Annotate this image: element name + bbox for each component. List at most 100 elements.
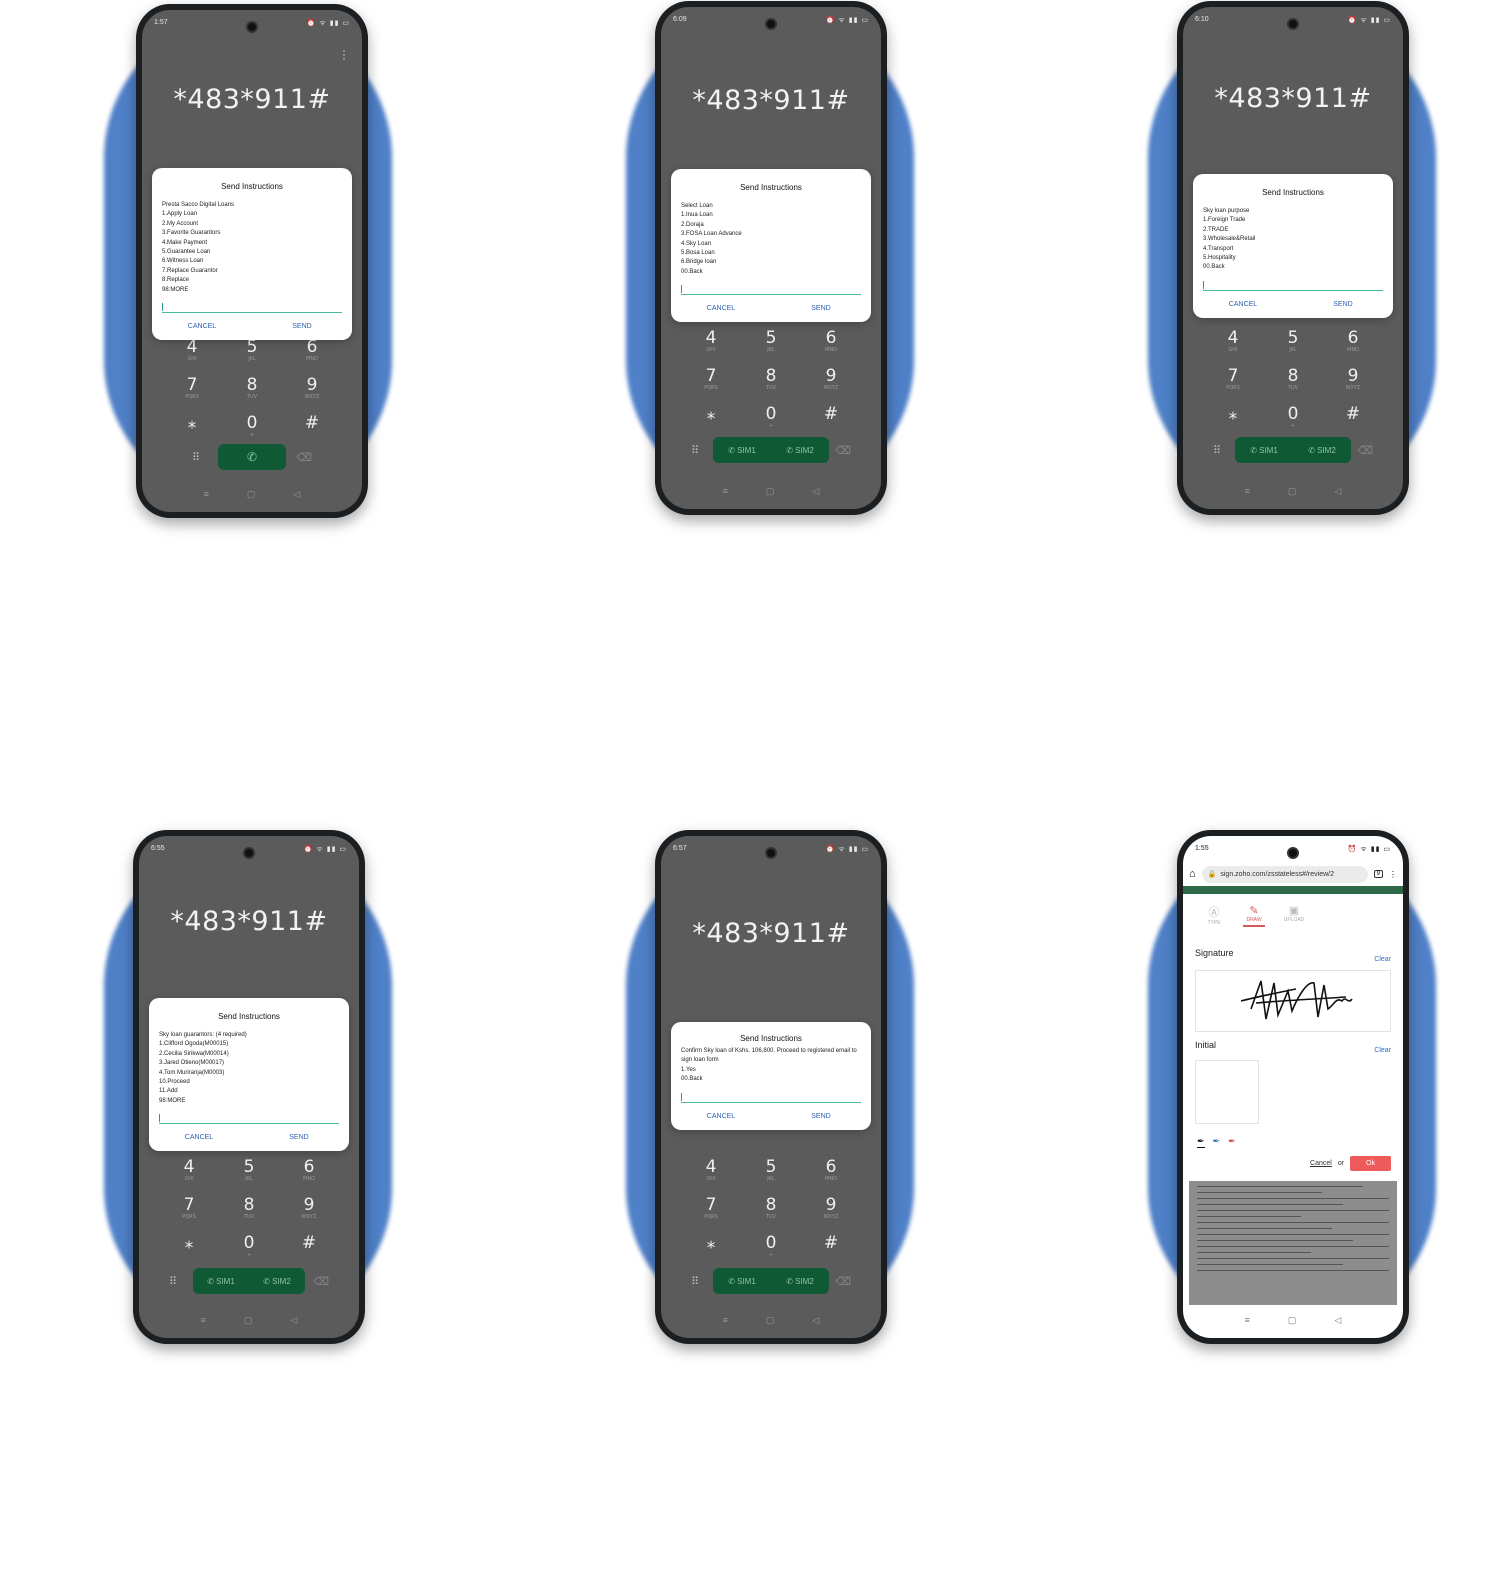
- tab-draw[interactable]: ✎ DRAW: [1243, 904, 1265, 927]
- key-6[interactable]: 6 MNO: [287, 338, 337, 376]
- response-input[interactable]: [1203, 280, 1383, 291]
- key-4[interactable]: 4 GHI: [1208, 329, 1258, 367]
- menu-icon[interactable]: ≡: [204, 489, 209, 500]
- key-5[interactable]: 5 JKL: [224, 1158, 274, 1196]
- signature-canvas[interactable]: [1195, 970, 1391, 1032]
- send-button[interactable]: SEND: [249, 1134, 349, 1141]
- backspace-icon[interactable]: ⌫: [835, 1275, 851, 1288]
- black-pen-icon[interactable]: ✒: [1197, 1136, 1205, 1148]
- backspace-icon[interactable]: ⌫: [313, 1275, 329, 1288]
- cancel-button[interactable]: CANCEL: [1193, 301, 1293, 308]
- sim1-call-button[interactable]: ✆ SIM1: [728, 1277, 756, 1286]
- call-button[interactable]: ✆: [218, 444, 286, 470]
- menu-icon[interactable]: ≡: [1245, 486, 1250, 497]
- sim2-call-button[interactable]: ✆ SIM2: [786, 1277, 814, 1286]
- key-4[interactable]: 4 GHI: [164, 1158, 214, 1196]
- sim1-call-button[interactable]: ✆ SIM1: [728, 446, 756, 455]
- key-7[interactable]: 7 PQRS: [1208, 367, 1258, 405]
- backspace-icon[interactable]: ⌫: [1357, 444, 1373, 457]
- key-5[interactable]: 5 JKL: [746, 1158, 796, 1196]
- send-button[interactable]: SEND: [1293, 301, 1393, 308]
- tab-upload[interactable]: ▣ UPLOAD: [1283, 904, 1305, 927]
- response-input[interactable]: [681, 1092, 861, 1103]
- key-9[interactable]: 9 WXYZ: [1328, 367, 1378, 405]
- cancel-link[interactable]: Cancel: [1310, 1160, 1332, 1167]
- send-button[interactable]: SEND: [771, 1113, 871, 1120]
- key-6[interactable]: 6 MNO: [806, 329, 856, 367]
- home-icon[interactable]: ▢: [766, 1315, 775, 1326]
- key-8[interactable]: 8 TUV: [224, 1196, 274, 1234]
- cancel-button[interactable]: CANCEL: [671, 305, 771, 312]
- home-icon[interactable]: ▢: [1288, 486, 1297, 497]
- sim2-call-button[interactable]: ✆ SIM2: [263, 1277, 291, 1286]
- key-6[interactable]: 6 MNO: [806, 1158, 856, 1196]
- signature-clear-link[interactable]: Clear: [1374, 956, 1391, 963]
- sim2-call-button[interactable]: ✆ SIM2: [786, 446, 814, 455]
- red-pen-icon[interactable]: ✒: [1228, 1136, 1236, 1148]
- key-0[interactable]: 0 +: [224, 1234, 274, 1272]
- key-4[interactable]: 4 GHI: [167, 338, 217, 376]
- menu-icon[interactable]: ≡: [723, 486, 728, 497]
- key-6[interactable]: 6 MNO: [284, 1158, 334, 1196]
- key-8[interactable]: 8 TUV: [1268, 367, 1318, 405]
- key-7[interactable]: 7 PQRS: [686, 1196, 736, 1234]
- dual-sim-call-button[interactable]: ✆ SIM1 ✆ SIM2: [193, 1268, 305, 1294]
- key-star[interactable]: ⁎: [164, 1234, 214, 1272]
- send-button[interactable]: SEND: [252, 323, 352, 330]
- back-icon[interactable]: ◁: [1334, 486, 1341, 497]
- menu-icon[interactable]: ≡: [723, 1315, 728, 1326]
- tab-type[interactable]: Ⓐ TYPE: [1203, 904, 1225, 927]
- dual-sim-call-button[interactable]: ✆ SIM1 ✆ SIM2: [713, 1268, 829, 1294]
- dialpad-icon[interactable]: ⠿: [691, 1275, 699, 1288]
- blue-pen-icon[interactable]: ✒: [1213, 1136, 1221, 1148]
- menu-icon[interactable]: ≡: [1245, 1315, 1250, 1326]
- key-8[interactable]: 8 TUV: [746, 367, 796, 405]
- back-icon[interactable]: ◁: [812, 486, 819, 497]
- tabs-icon[interactable]: 9: [1373, 870, 1383, 878]
- sim1-call-button[interactable]: ✆ SIM1: [207, 1277, 235, 1286]
- back-icon[interactable]: ◁: [290, 1315, 297, 1326]
- key-4[interactable]: 4 GHI: [686, 1158, 736, 1196]
- key-6[interactable]: 6 MNO: [1328, 329, 1378, 367]
- overflow-menu-icon[interactable]: · · ·: [342, 44, 346, 64]
- home-icon[interactable]: ▢: [244, 1315, 253, 1326]
- key-4[interactable]: 4 GHI: [686, 329, 736, 367]
- key-7[interactable]: 7 PQRS: [167, 376, 217, 414]
- back-icon[interactable]: ◁: [1334, 1315, 1341, 1326]
- home-nav-icon[interactable]: ▢: [1288, 1315, 1297, 1326]
- key-9[interactable]: 9 WXYZ: [806, 367, 856, 405]
- key-hash[interactable]: #: [284, 1234, 334, 1272]
- key-hash[interactable]: #: [806, 1234, 856, 1272]
- dialpad-icon[interactable]: ⠿: [192, 451, 200, 464]
- initial-clear-link[interactable]: Clear: [1374, 1047, 1391, 1054]
- send-button[interactable]: SEND: [771, 305, 871, 312]
- initial-canvas[interactable]: [1195, 1060, 1259, 1124]
- ok-button[interactable]: Ok: [1350, 1156, 1391, 1171]
- back-icon[interactable]: ◁: [812, 1315, 819, 1326]
- key-8[interactable]: 8 TUV: [746, 1196, 796, 1234]
- cancel-button[interactable]: CANCEL: [149, 1134, 249, 1141]
- response-input[interactable]: [162, 303, 342, 314]
- response-input[interactable]: [681, 285, 861, 296]
- dialpad-icon[interactable]: ⠿: [169, 1275, 177, 1288]
- key-star[interactable]: ⁎: [686, 1234, 736, 1272]
- dialpad-icon[interactable]: ⠿: [1213, 444, 1221, 457]
- sim1-call-button[interactable]: ✆ SIM1: [1250, 446, 1278, 455]
- overflow-menu-icon[interactable]: ⋮: [1389, 870, 1397, 879]
- address-bar[interactable]: 🔒 sign.zoho.com/zsstateless#/review/2: [1201, 865, 1368, 883]
- response-input[interactable]: [159, 1114, 339, 1125]
- key-9[interactable]: 9 WXYZ: [287, 376, 337, 414]
- key-9[interactable]: 9 WXYZ: [284, 1196, 334, 1234]
- dual-sim-call-button[interactable]: ✆ SIM1 ✆ SIM2: [1235, 437, 1351, 463]
- key-5[interactable]: 5 JKL: [746, 329, 796, 367]
- home-icon[interactable]: ⌂: [1189, 868, 1196, 880]
- cancel-button[interactable]: CANCEL: [671, 1113, 771, 1120]
- key-8[interactable]: 8 TUV: [227, 376, 277, 414]
- key-5[interactable]: 5 JKL: [227, 338, 277, 376]
- backspace-icon[interactable]: ⌫: [835, 444, 851, 457]
- home-icon[interactable]: ▢: [247, 489, 256, 500]
- backspace-icon[interactable]: ⌫: [296, 451, 312, 464]
- sim2-call-button[interactable]: ✆ SIM2: [1308, 446, 1336, 455]
- key-7[interactable]: 7 PQRS: [686, 367, 736, 405]
- cancel-button[interactable]: CANCEL: [152, 323, 252, 330]
